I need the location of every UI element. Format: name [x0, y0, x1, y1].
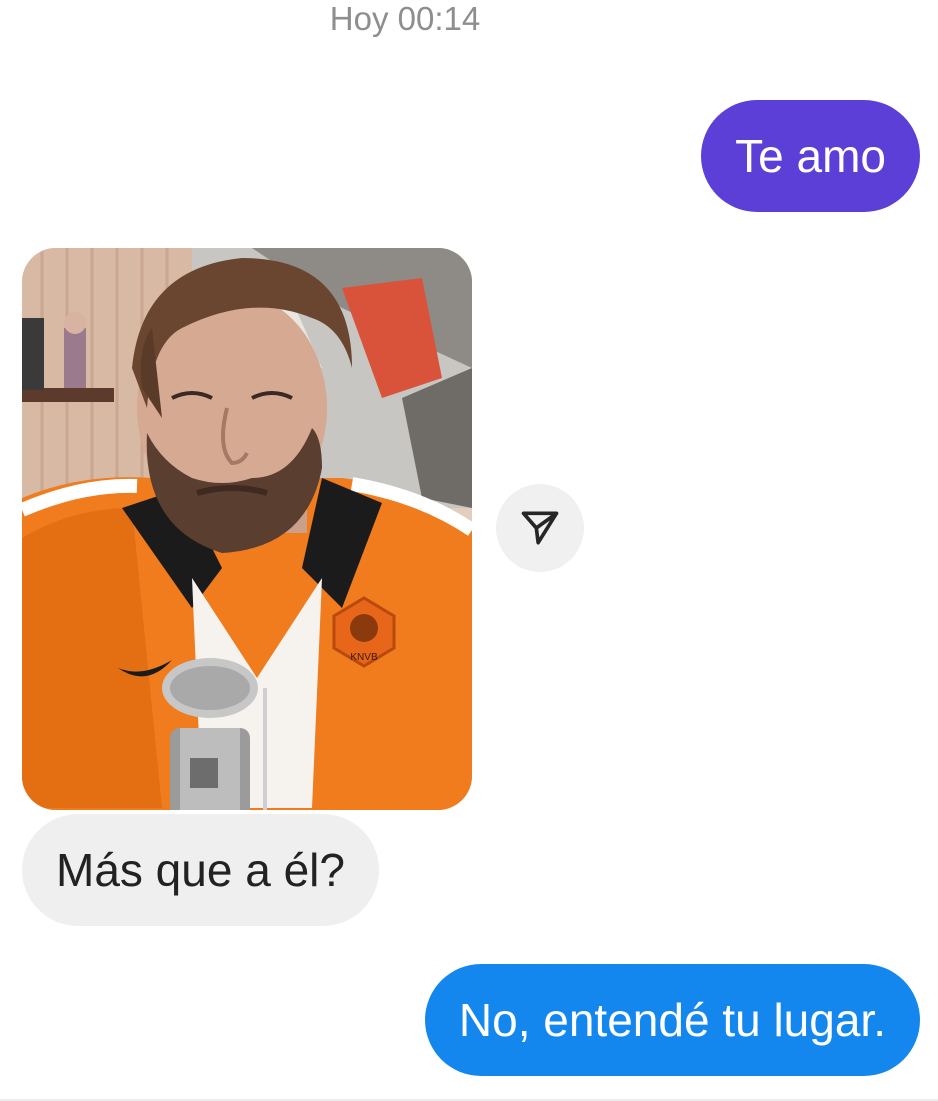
svg-text:KNVB: KNVB [350, 652, 378, 663]
paper-plane-icon [521, 511, 559, 545]
outgoing-message-bubble[interactable]: No, entendé tu lugar. [424, 964, 920, 1076]
shared-photo[interactable]: KNVB [22, 248, 472, 810]
message-text: Te amo [735, 130, 886, 182]
incoming-message-bubble[interactable]: Más que a él? [22, 814, 379, 926]
outgoing-message-bubble[interactable]: Te amo [701, 100, 920, 212]
share-button[interactable] [496, 484, 584, 572]
message-timestamp: Hoy 00:14 [329, 0, 481, 37]
message-text: No, entendé tu lugar. [458, 994, 886, 1046]
photo-illustration: KNVB [22, 248, 472, 810]
message-text: Más que a él? [56, 844, 345, 896]
